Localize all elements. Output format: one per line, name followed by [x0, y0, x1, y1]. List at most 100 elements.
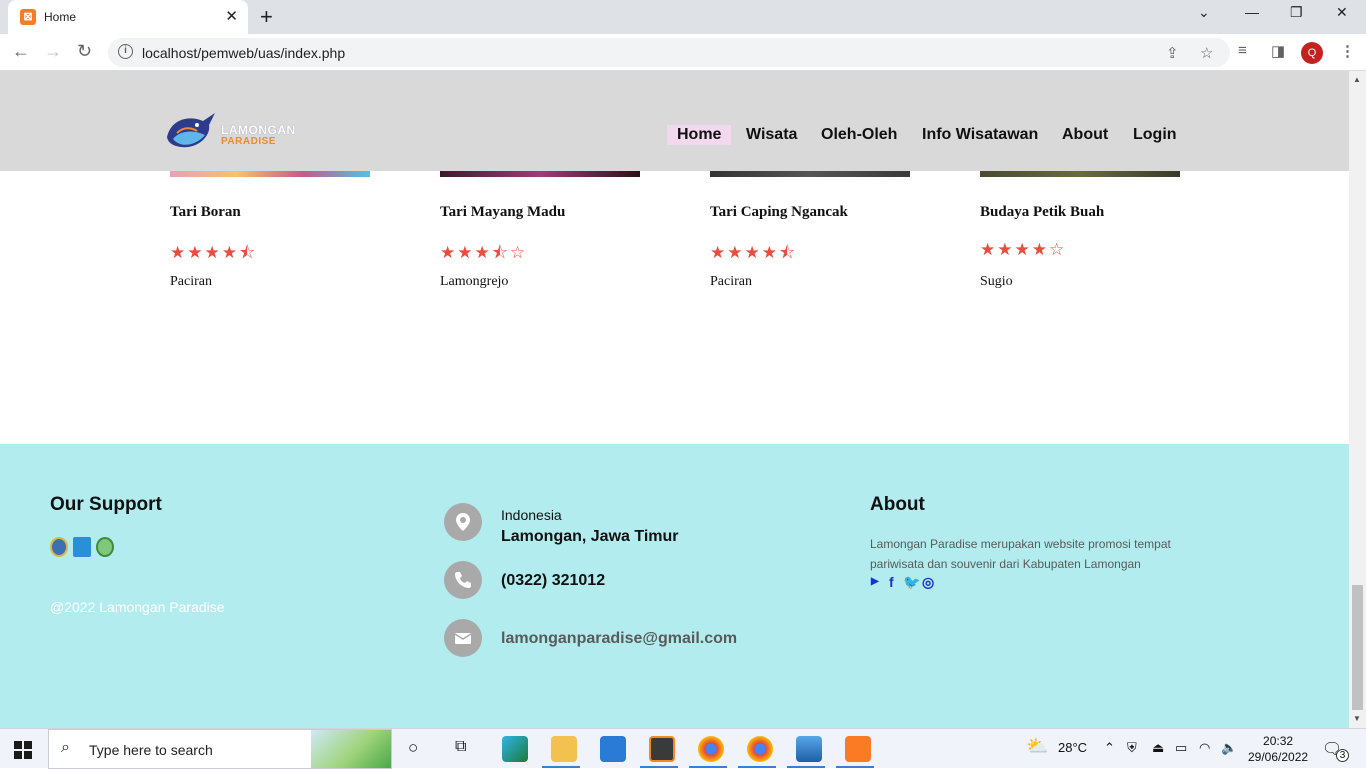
card-location: Paciran — [170, 274, 212, 289]
site-footer: Our Support @2022 Lamongan Paradise Indo… — [0, 444, 1349, 728]
wifi-icon[interactable]: ◠ — [1199, 740, 1210, 756]
chrome-icon[interactable] — [698, 736, 724, 762]
xampp-icon[interactable] — [845, 736, 871, 762]
nav-about[interactable]: About — [1062, 126, 1108, 144]
minimize-button[interactable]: — — [1245, 4, 1259, 20]
search-icon: ⌕ — [61, 739, 70, 756]
back-icon[interactable]: ← — [12, 41, 30, 62]
scroll-up-arrow-icon[interactable]: ▲ — [1353, 75, 1361, 84]
phone-number[interactable]: (0322) 321012 — [501, 572, 605, 590]
clock-time: 20:32 — [1263, 734, 1294, 748]
card-location: Lamongrejo — [440, 274, 509, 289]
url-text[interactable]: localhost/pemweb/uas/index.php — [142, 45, 345, 61]
close-window-button[interactable]: ✕ — [1336, 4, 1348, 21]
photos-icon[interactable] — [796, 736, 822, 762]
about-heading: About — [870, 494, 925, 515]
address-country: Indonesia — [501, 507, 562, 523]
youtube-icon[interactable]: ▶ — [871, 576, 879, 587]
windows-start-icon[interactable] — [14, 741, 32, 759]
page-scrollbar[interactable]: ▲ ▼ — [1349, 71, 1366, 728]
email-icon — [444, 619, 482, 657]
search-placeholder[interactable]: Type here to search — [89, 742, 213, 758]
copyright-text: @2022 Lamongan Paradise — [50, 599, 225, 615]
scroll-down-arrow-icon[interactable]: ▼ — [1353, 714, 1361, 723]
taskbar-search-box[interactable]: ⌕ Type here to search — [48, 729, 392, 769]
nav-wisata[interactable]: Wisata — [746, 126, 797, 144]
star-rating: ★★★★☆ — [980, 240, 1067, 259]
side-panel-icon[interactable]: ◨ — [1271, 42, 1285, 60]
new-tab-button[interactable]: + — [260, 4, 273, 30]
logo-text-line1: LAMONGAN — [221, 123, 296, 137]
chrome-profile-icon[interactable] — [747, 736, 773, 762]
nav-info-wisatawan[interactable]: Info Wisatawan — [922, 126, 1038, 144]
page-viewport: Tari Boran Tari Mayang Madu Tari Caping … — [0, 71, 1349, 728]
xampp-icon: ⊠ — [20, 9, 36, 25]
volume-icon[interactable]: 🔈 — [1221, 740, 1237, 756]
card-image[interactable] — [710, 171, 910, 177]
file-explorer-icon[interactable] — [551, 736, 577, 762]
location-icon — [444, 503, 482, 541]
share-icon[interactable]: ⇪ — [1166, 44, 1179, 62]
notification-count-badge: 3 — [1336, 749, 1349, 762]
twitter-icon[interactable]: 🐦 — [903, 574, 920, 591]
scrollbar-thumb[interactable] — [1352, 585, 1363, 710]
mail-icon[interactable] — [600, 736, 626, 762]
site-logo[interactable]: LAMONGAN PARADISE — [163, 109, 303, 157]
card-location: Sugio — [980, 274, 1013, 289]
tab-search-icon[interactable]: ⌄ — [1198, 4, 1210, 21]
card-image[interactable] — [440, 171, 640, 177]
edge-icon[interactable] — [502, 736, 528, 762]
tab-title: Home — [44, 10, 77, 24]
star-rating: ★★★★⯪ — [710, 243, 798, 262]
card-title[interactable]: Budaya Petik Buah — [980, 204, 1104, 221]
nav-login[interactable]: Login — [1133, 126, 1177, 144]
tray-overflow-icon[interactable]: ⌃ — [1104, 740, 1115, 756]
address-bar[interactable]: i localhost/pemweb/uas/index.php ⇪ ☆ — [108, 38, 1230, 67]
star-rating: ★★★⯪☆ — [440, 243, 528, 262]
weather-temperature[interactable]: 28°C — [1058, 740, 1087, 755]
nav-oleh-oleh[interactable]: Oleh-Oleh — [821, 126, 897, 144]
browser-tab-strip: ⊠ Home ✕ + ⌄ — ❐ ✕ — [0, 0, 1366, 34]
weather-icon[interactable]: ⛅ — [1026, 736, 1048, 757]
clock-date: 29/06/2022 — [1248, 750, 1309, 764]
cortana-icon[interactable]: ○ — [408, 738, 418, 758]
battery-icon[interactable]: ▭ — [1175, 740, 1187, 756]
card-image[interactable] — [980, 171, 1180, 177]
task-view-icon[interactable]: ⧉ — [455, 738, 466, 756]
card-title[interactable]: Tari Caping Ngancak — [710, 204, 848, 221]
reload-icon[interactable]: ↻ — [77, 41, 92, 62]
instagram-icon[interactable]: ◎ — [922, 574, 934, 591]
reading-list-icon[interactable]: ≡ — [1238, 42, 1247, 59]
card-location: Paciran — [710, 274, 752, 289]
system-clock[interactable]: 20:32 29/06/2022 — [1248, 733, 1308, 765]
close-tab-icon[interactable]: ✕ — [225, 7, 238, 25]
sublime-text-icon[interactable] — [649, 736, 675, 762]
logo-text-line2: PARADISE — [221, 136, 276, 147]
browser-tab-home[interactable]: ⊠ Home ✕ — [8, 0, 248, 34]
restore-button[interactable]: ❐ — [1290, 4, 1303, 21]
facebook-icon[interactable]: f — [889, 574, 894, 590]
site-header: LAMONGAN PARADISE Home Wisata Oleh-Oleh … — [0, 71, 1349, 171]
search-highlight-art — [311, 730, 391, 768]
email-address[interactable]: lamonganparadise@gmail.com — [501, 630, 737, 648]
regency-logo — [96, 537, 114, 557]
about-text: Lamongan Paradise merupakan website prom… — [870, 537, 1171, 571]
profile-avatar[interactable]: Q — [1301, 42, 1323, 64]
security-icon[interactable]: ⛨ — [1127, 740, 1137, 756]
site-info-icon[interactable]: i — [118, 44, 133, 59]
card-image[interactable] — [170, 171, 370, 177]
usb-device-icon[interactable]: ⏏ — [1152, 740, 1164, 756]
support-heading: Our Support — [50, 494, 162, 515]
card-title[interactable]: Tari Mayang Madu — [440, 204, 565, 221]
lamongan-fish-logo-icon — [167, 113, 215, 148]
windows-taskbar: ⌕ Type here to search ○ ⧉ ⛅ 28°C ⌃ ⛨ ⏏ ▭… — [0, 728, 1366, 769]
nav-home[interactable]: Home — [667, 125, 732, 145]
star-rating: ★★★★⯪ — [170, 243, 258, 262]
browser-toolbar: ← → ↻ i localhost/pemweb/uas/index.php ⇪… — [0, 34, 1366, 71]
menu-kebab-icon[interactable]: ⋮ — [1340, 42, 1355, 60]
card-title[interactable]: Tari Boran — [170, 204, 241, 221]
government-seal-logo — [50, 537, 68, 557]
address-city: Lamongan, Jawa Timur — [501, 528, 679, 545]
bookmark-star-icon[interactable]: ☆ — [1200, 44, 1213, 62]
forward-icon[interactable]: → — [44, 41, 62, 62]
